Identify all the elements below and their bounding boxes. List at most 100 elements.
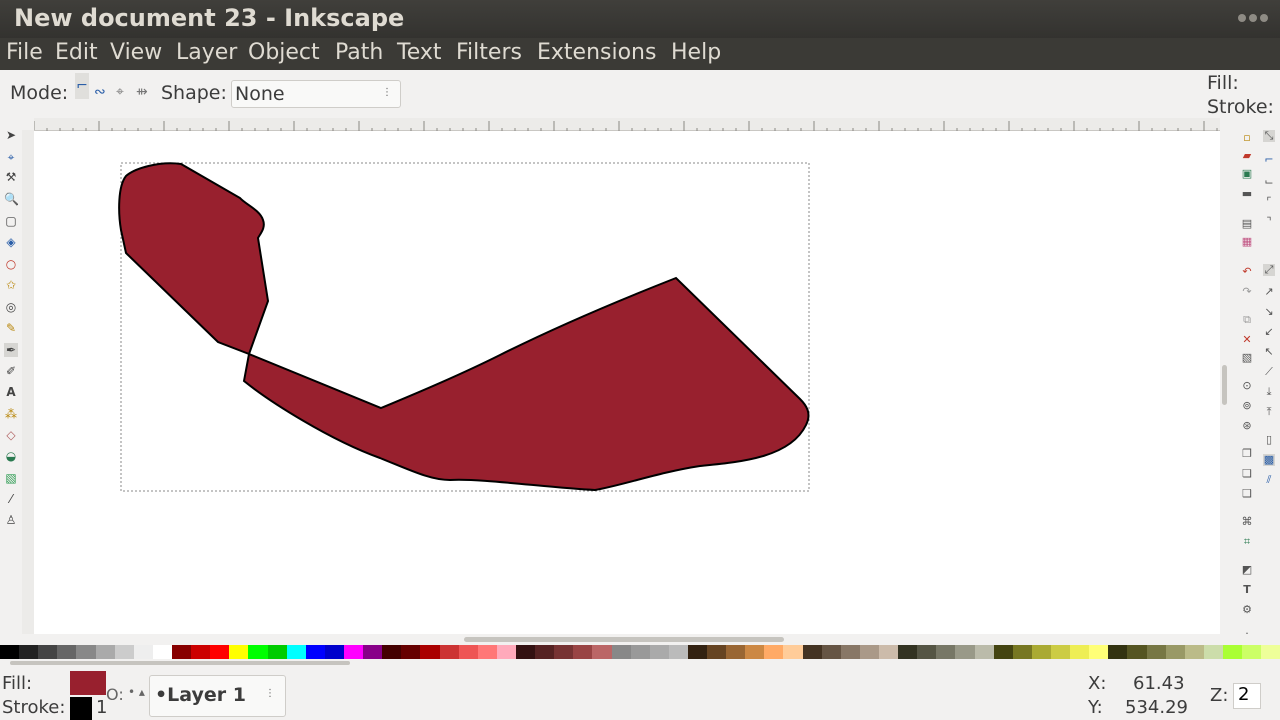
stroke-swatch[interactable]: [70, 697, 92, 720]
palette-swatch[interactable]: [458, 645, 478, 659]
palette-swatch[interactable]: [1165, 645, 1185, 659]
vertical-scrollbar[interactable]: [1220, 131, 1230, 634]
palette-swatch[interactable]: [840, 645, 860, 659]
palette-swatch[interactable]: [305, 645, 325, 659]
tweak-tool-icon[interactable]: ⚒: [4, 170, 18, 184]
spiro-mode-icon[interactable]: ∾: [94, 84, 106, 100]
palette-swatch[interactable]: [821, 645, 841, 659]
palette-swatch[interactable]: [1070, 645, 1090, 659]
window-controls[interactable]: [1238, 14, 1268, 22]
palette-swatch[interactable]: [745, 645, 765, 659]
palette-swatch[interactable]: [668, 645, 688, 659]
palette-swatch[interactable]: [554, 645, 574, 659]
dropper-tool-icon[interactable]: ⁄: [4, 492, 18, 506]
drawn-shape[interactable]: [118, 162, 810, 492]
palette-swatch[interactable]: [898, 645, 918, 659]
palette-swatch[interactable]: [210, 645, 230, 659]
snap-bbox-corner-icon[interactable]: ⌜: [1263, 196, 1275, 208]
palette-swatch[interactable]: [1031, 645, 1052, 659]
palette-scrollbar[interactable]: [0, 659, 1280, 667]
palette-swatch[interactable]: [420, 645, 440, 659]
zoom-page-icon[interactable]: ⊛: [1241, 420, 1253, 432]
palette-swatch[interactable]: [592, 645, 612, 659]
palette-swatch[interactable]: [515, 645, 536, 659]
palette-swatch[interactable]: [726, 645, 746, 659]
palette-swatch[interactable]: [38, 645, 58, 659]
palette-swatch[interactable]: [171, 645, 192, 659]
copy-icon[interactable]: ⧉: [1241, 314, 1253, 326]
palette-swatch[interactable]: [57, 645, 77, 659]
palette-swatch[interactable]: [229, 645, 249, 659]
palette-swatch[interactable]: [974, 645, 994, 659]
palette-swatch[interactable]: [0, 645, 20, 659]
menu-object[interactable]: Object: [248, 40, 320, 65]
redo-icon[interactable]: ↷: [1241, 286, 1253, 298]
zoom-selection-icon[interactable]: ⊙: [1241, 380, 1253, 392]
palette-swatch[interactable]: [917, 645, 937, 659]
xml-editor-icon[interactable]: ⚙: [1241, 604, 1253, 616]
palette-swatch[interactable]: [1223, 645, 1243, 659]
regular-bezier-mode-icon[interactable]: ⌐: [75, 73, 89, 99]
3dbox-tool-icon[interactable]: ◈: [4, 235, 18, 249]
import-icon[interactable]: ▤: [1241, 218, 1253, 230]
menu-layer[interactable]: Layer: [176, 40, 237, 65]
zoom-drawing-icon[interactable]: ⊚: [1241, 400, 1253, 412]
palette-swatch[interactable]: [1203, 645, 1223, 659]
snap-midpoint-icon[interactable]: ⟋: [1263, 366, 1275, 378]
palette-swatch[interactable]: [630, 645, 650, 659]
menu-view[interactable]: View: [110, 40, 162, 65]
palette-swatch[interactable]: [649, 645, 669, 659]
palette-swatch[interactable]: [955, 645, 975, 659]
save-icon[interactable]: ▣: [1241, 168, 1253, 180]
palette-swatch[interactable]: [248, 645, 268, 659]
snap-path-icon[interactable]: ↗: [1263, 286, 1275, 298]
palette-swatch[interactable]: [573, 645, 593, 659]
pencil-tool-icon[interactable]: ✎: [4, 321, 18, 335]
snap-bbox-mid-icon[interactable]: ⌝: [1263, 216, 1275, 228]
palette-swatch[interactable]: [439, 645, 459, 659]
palette-swatch[interactable]: [783, 645, 803, 659]
menu-help[interactable]: Help: [671, 40, 721, 65]
menu-file[interactable]: File: [6, 40, 43, 65]
close-icon[interactable]: [1260, 14, 1268, 22]
unlink-clone-icon[interactable]: ❑: [1241, 488, 1253, 500]
gradient-tool-icon[interactable]: ▧: [4, 471, 18, 485]
rect-tool-icon[interactable]: ▢: [4, 214, 18, 228]
fill-stroke-icon[interactable]: ◩: [1241, 564, 1253, 576]
fill-swatch[interactable]: [70, 671, 106, 695]
palette-swatch[interactable]: [535, 645, 555, 659]
ellipse-tool-icon[interactable]: ○: [4, 257, 18, 271]
snap-bbox-icon[interactable]: ⌐: [1263, 154, 1275, 166]
connector-tool-icon[interactable]: ♙: [4, 513, 18, 527]
snap-smooth-icon[interactable]: ↖: [1263, 346, 1275, 358]
star-tool-icon[interactable]: ✩: [4, 278, 18, 292]
palette-swatch[interactable]: [687, 645, 708, 659]
menu-filters[interactable]: Filters: [456, 40, 522, 65]
snap-bbox-edge-icon[interactable]: ⌙: [1263, 176, 1275, 188]
palette-swatch[interactable]: [95, 645, 115, 659]
snap-rotation-icon[interactable]: ⤒: [1263, 406, 1275, 418]
palette-swatch[interactable]: [993, 645, 1013, 659]
palette-swatch[interactable]: [267, 645, 287, 659]
palette-swatch[interactable]: [879, 645, 899, 659]
layer-select[interactable]: •Layer 1 ⋮: [149, 675, 286, 717]
pen-tool-icon[interactable]: ✒: [4, 343, 18, 357]
palette-swatch[interactable]: [133, 645, 153, 659]
clone-icon[interactable]: ❏: [1241, 468, 1253, 480]
zoom-input[interactable]: 2: [1233, 683, 1261, 709]
palette-swatch[interactable]: [764, 645, 784, 659]
spray-tool-icon[interactable]: ⁂: [4, 407, 18, 421]
calligraphy-tool-icon[interactable]: ✐: [4, 364, 18, 378]
bucket-tool-icon[interactable]: ◒: [4, 449, 18, 463]
palette-swatch[interactable]: [191, 645, 211, 659]
ungroup-icon[interactable]: ⌗: [1241, 536, 1253, 548]
palette-swatch[interactable]: [363, 645, 383, 659]
menu-text[interactable]: Text: [397, 40, 442, 65]
undo-icon[interactable]: ↶: [1241, 266, 1253, 278]
vertical-scroll-thumb[interactable]: [1222, 365, 1227, 405]
palette-swatch[interactable]: [343, 645, 364, 659]
snap-page-icon[interactable]: ▯: [1263, 434, 1275, 446]
minimize-icon[interactable]: [1238, 14, 1246, 22]
palette-swatch[interactable]: [76, 645, 96, 659]
palette-swatch[interactable]: [1089, 645, 1109, 659]
